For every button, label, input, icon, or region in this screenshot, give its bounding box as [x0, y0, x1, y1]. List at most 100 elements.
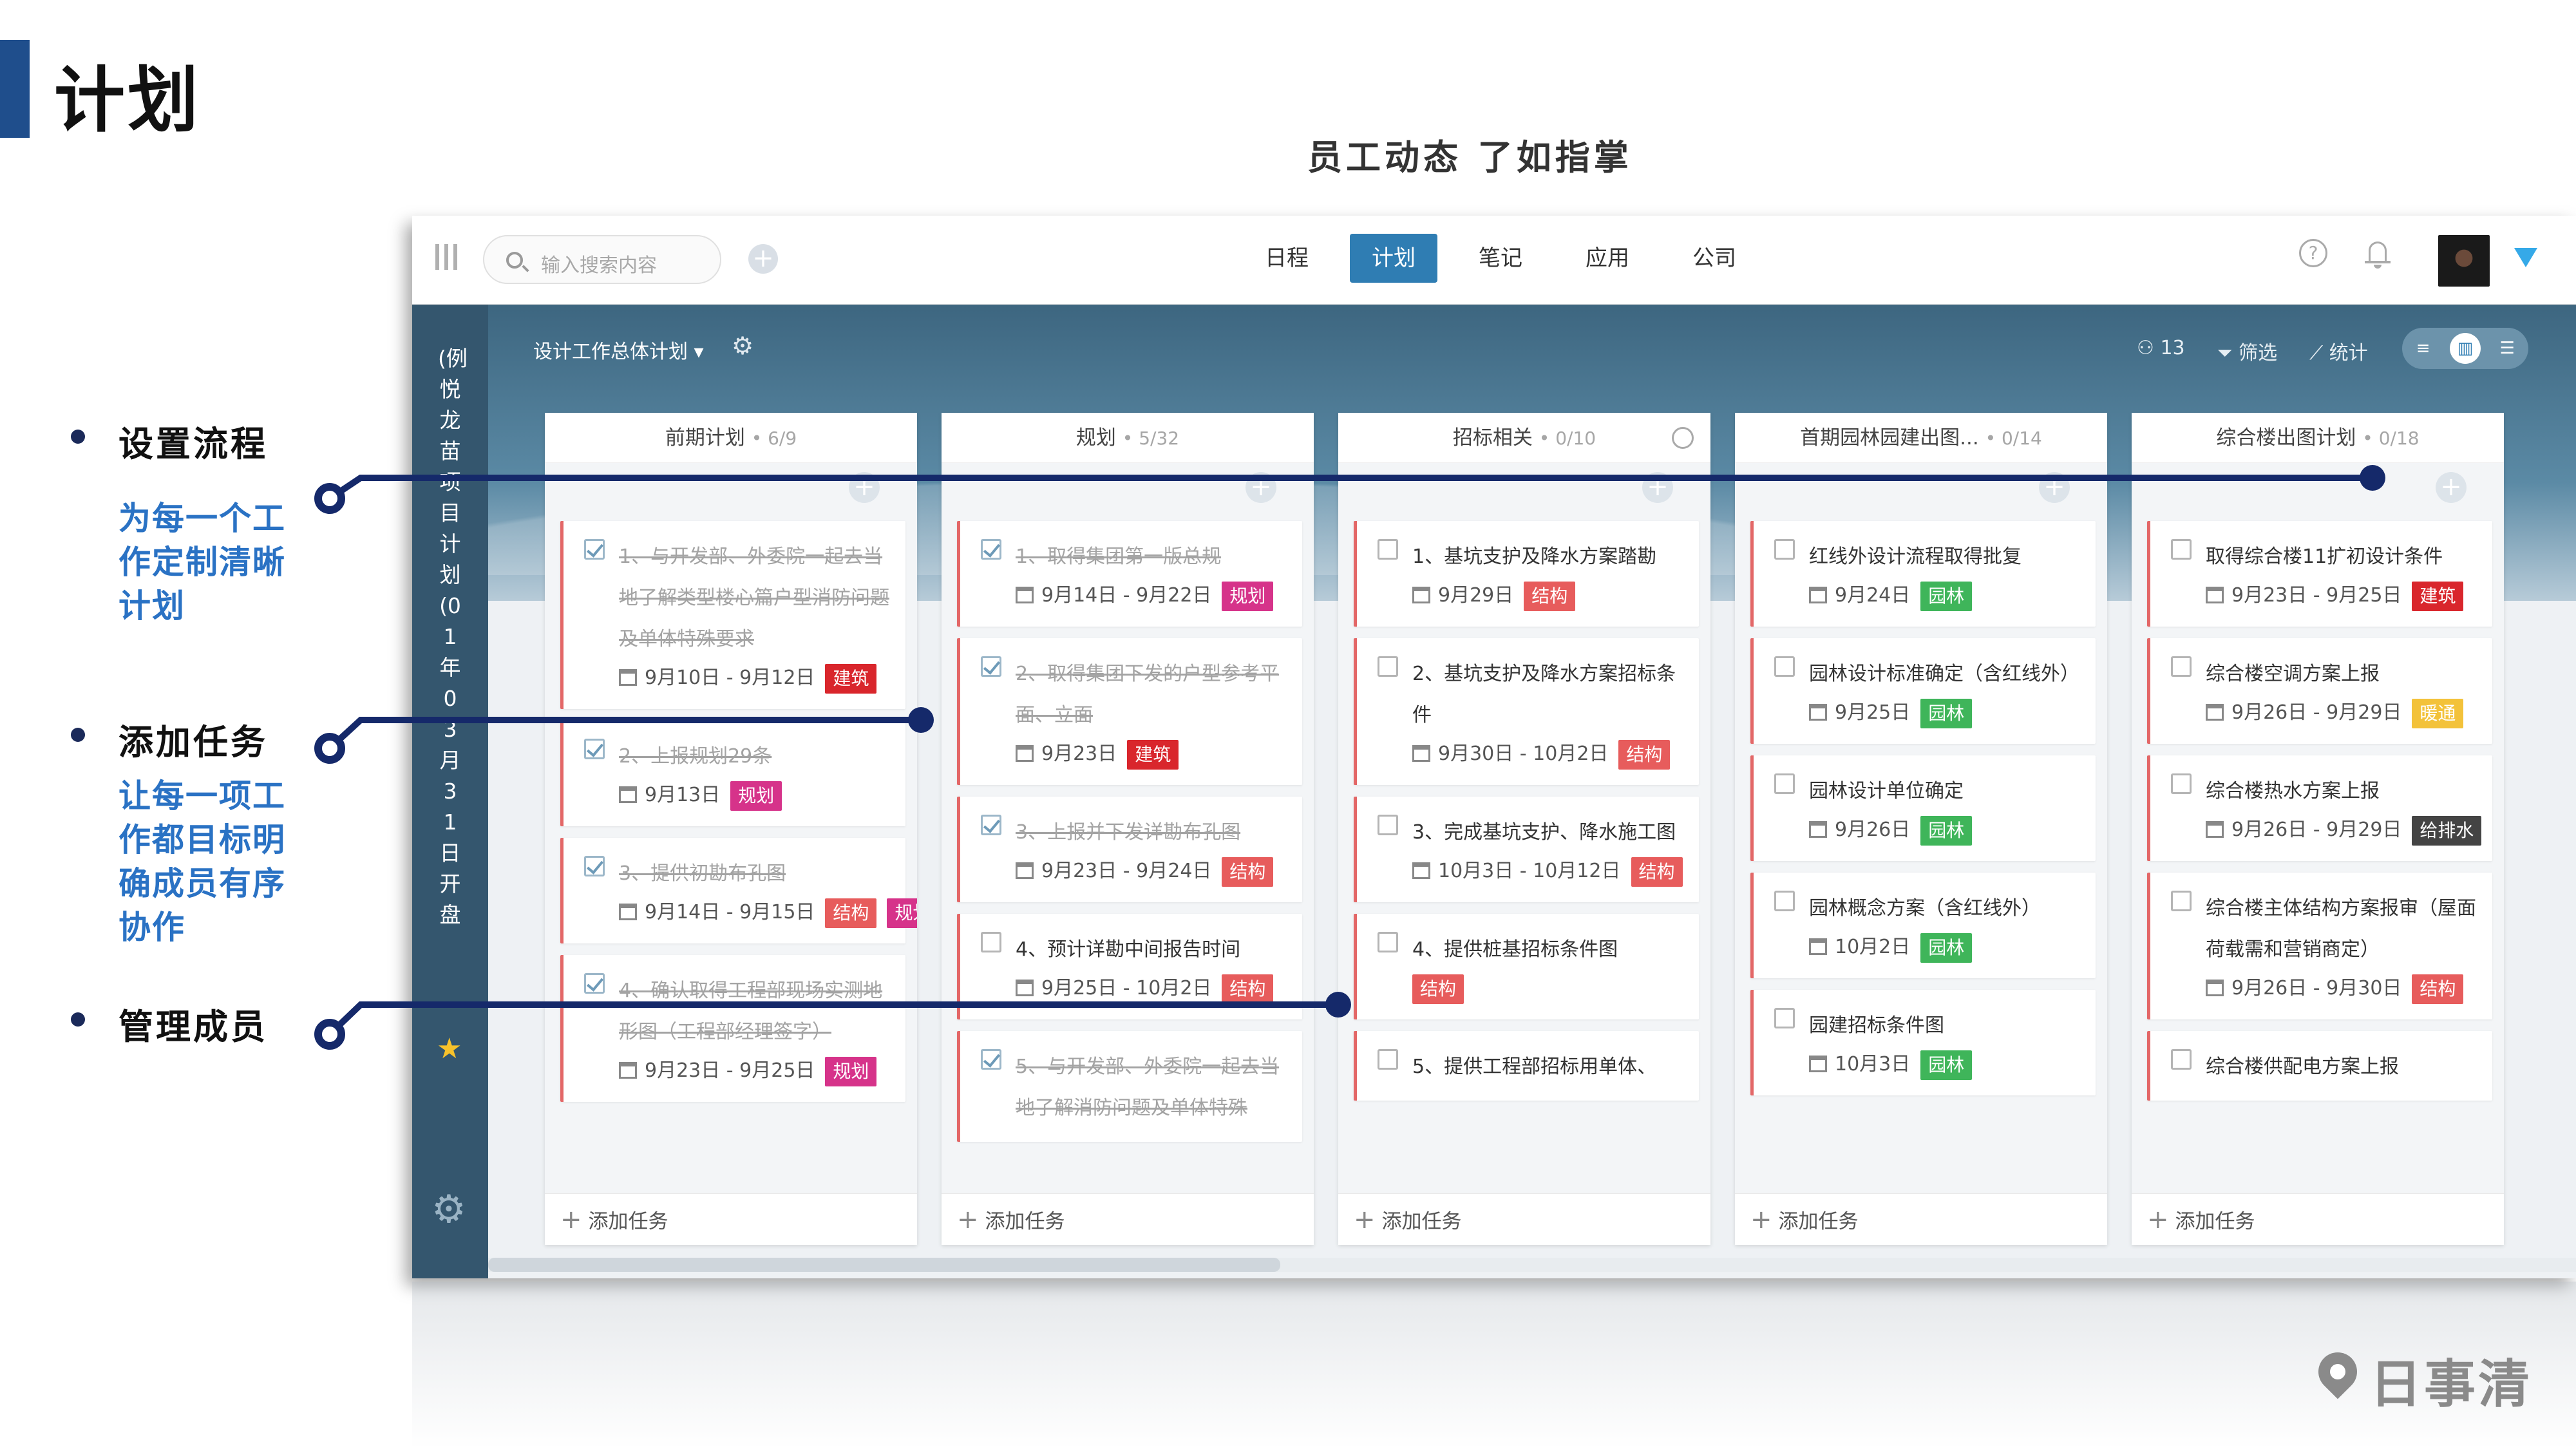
task-tag[interactable]: 规划 — [1222, 581, 1274, 611]
task-card[interactable]: 4、预计详勘中间报告时间 9月25日 - 10月2日 结构 — [957, 914, 1302, 1019]
task-card[interactable]: 红线外设计流程取得批复 9月24日 园林 — [1750, 521, 2096, 627]
task-checkbox[interactable] — [1774, 773, 1795, 794]
task-checkbox[interactable] — [1378, 656, 1398, 677]
search-input[interactable]: 输入搜索内容 — [483, 235, 721, 284]
members-button[interactable]: ⚇ 13 — [2137, 337, 2185, 365]
task-card[interactable]: 1、与开发部、外委院一起去当地了解类型楼心篇户型消防问题及单体特殊要求 9月10日… — [560, 521, 905, 709]
task-tag[interactable]: 建筑 — [1127, 739, 1179, 770]
stats-button[interactable]: ⟋ 统计 — [2309, 337, 2368, 365]
nav-plan[interactable]: 计划 — [1350, 234, 1437, 283]
add-task-button[interactable]: + 添加任务 — [942, 1193, 1314, 1245]
task-card[interactable]: 3、完成基坑支护、降水施工图 10月3日 - 10月12日 结构 — [1354, 797, 1699, 902]
list-view-icon[interactable]: ☰ — [2492, 333, 2523, 364]
task-card[interactable]: 3、提供初勘布孔图 9月14日 - 9月15日结构规划 — [560, 838, 917, 943]
add-card-icon[interactable]: + — [849, 472, 880, 503]
task-card[interactable]: 综合楼主体结构方案报审（屋面荷载需和营销商定） 9月26日 - 9月30日 结构 — [2147, 873, 2492, 1019]
add-card-icon[interactable]: + — [1642, 472, 1673, 503]
task-tag[interactable]: 建筑 — [825, 663, 877, 694]
task-tag[interactable]: 结构 — [1412, 974, 1464, 1004]
task-tag[interactable]: 结构 — [1618, 739, 1671, 770]
task-checkbox[interactable] — [584, 539, 605, 560]
task-tag[interactable]: 暖通 — [2412, 698, 2464, 728]
task-card[interactable]: 5、与开发部、外委院一起去当地了解消防问题及单体特殊 — [957, 1031, 1302, 1142]
help-icon[interactable]: ? — [2299, 239, 2327, 267]
task-card[interactable]: 园建招标条件图 10月3日 园林 — [1750, 990, 2096, 1095]
add-task-button[interactable]: + 添加任务 — [545, 1193, 917, 1245]
task-checkbox[interactable] — [2171, 1049, 2192, 1070]
nav-company[interactable]: 公司 — [1671, 234, 1758, 283]
task-tag[interactable]: 给排水 — [2412, 815, 2482, 846]
gear-icon[interactable]: ⚙ — [431, 1187, 466, 1232]
task-card[interactable]: 2、基坑支护及降水方案招标条件 9月30日 - 10月2日 结构 — [1354, 638, 1699, 785]
task-checkbox[interactable] — [2171, 773, 2192, 794]
column-header[interactable]: 前期计划 • 6/9 — [545, 413, 917, 463]
task-tag[interactable]: 结构 — [1222, 974, 1274, 1004]
task-tag[interactable]: 结构 — [825, 898, 877, 928]
add-card-icon[interactable]: + — [1245, 472, 1276, 503]
sidebar-project-name[interactable]: (例悦龙苗项目计划(01年03月31日开盘 — [412, 343, 488, 931]
task-card[interactable]: 5、提供工程部招标用单体、 — [1354, 1031, 1699, 1101]
menu-icon[interactable] — [435, 244, 461, 270]
task-card[interactable]: 综合楼热水方案上报 9月26日 - 9月29日 给排水 — [2147, 755, 2492, 861]
plan-settings-gear-icon[interactable]: ⚙ — [732, 332, 753, 360]
task-card[interactable]: 园林概念方案（含红线外） 10月2日 园林 — [1750, 873, 2096, 978]
task-checkbox[interactable] — [981, 656, 1001, 677]
task-tag[interactable]: 规划 — [730, 781, 782, 811]
task-tag[interactable]: 园林 — [1920, 581, 1973, 611]
task-card[interactable]: 2、取得集团下发的户型参考平面、立面 9月23日 建筑 — [957, 638, 1302, 785]
task-checkbox[interactable] — [584, 856, 605, 876]
task-checkbox[interactable] — [981, 815, 1001, 835]
task-checkbox[interactable] — [1378, 932, 1398, 952]
task-tag[interactable]: 园林 — [1920, 1050, 1973, 1080]
add-card-icon[interactable]: + — [2436, 472, 2467, 503]
task-card[interactable]: 4、提供桩基招标条件图 结构 — [1354, 914, 1699, 1019]
task-tag[interactable]: 园林 — [1920, 933, 1973, 963]
task-card[interactable]: 3、上报并下发详勘布孔图 9月23日 - 9月24日 结构 — [957, 797, 1302, 902]
task-tag[interactable]: 结构 — [2412, 974, 2464, 1004]
diamond-icon[interactable] — [2514, 248, 2537, 267]
nav-notes[interactable]: 笔记 — [1457, 234, 1544, 283]
task-checkbox[interactable] — [981, 539, 1001, 560]
horizontal-scrollbar[interactable] — [488, 1258, 2576, 1272]
nav-schedule[interactable]: 日程 — [1243, 234, 1331, 283]
task-tag[interactable]: 规划 — [887, 898, 917, 928]
task-card[interactable]: 综合楼供配电方案上报 — [2147, 1031, 2492, 1101]
task-tag[interactable]: 结构 — [1222, 857, 1274, 887]
task-card[interactable]: 园林设计单位确定 9月26日 园林 — [1750, 755, 2096, 861]
board-view-icon[interactable]: ▥ — [2449, 333, 2481, 364]
task-checkbox[interactable] — [2171, 539, 2192, 560]
task-checkbox[interactable] — [1378, 1049, 1398, 1070]
add-card-icon[interactable]: + — [2039, 472, 2070, 503]
column-header[interactable]: 规划 • 5/32 — [942, 413, 1314, 463]
nav-apps[interactable]: 应用 — [1564, 234, 1651, 283]
star-icon[interactable]: ★ — [437, 1032, 462, 1065]
task-checkbox[interactable] — [1774, 891, 1795, 911]
task-tag[interactable]: 建筑 — [2412, 581, 2464, 611]
task-checkbox[interactable] — [1774, 656, 1795, 677]
task-tag[interactable]: 园林 — [1920, 815, 1973, 846]
task-checkbox[interactable] — [2171, 656, 2192, 677]
task-checkbox[interactable] — [1774, 1008, 1795, 1028]
filter-button[interactable]: ⏷ 筛选 — [2217, 337, 2278, 365]
task-card[interactable]: 1、基坑支护及降水方案踏勘 9月29日 结构 — [1354, 521, 1699, 627]
task-checkbox[interactable] — [1378, 539, 1398, 560]
task-checkbox[interactable] — [981, 1049, 1001, 1070]
task-card[interactable]: 2、上报规划29条 9月13日 规划 — [560, 721, 905, 826]
column-complete-icon[interactable] — [1672, 427, 1694, 449]
task-checkbox[interactable] — [1378, 815, 1398, 835]
task-checkbox[interactable] — [1774, 539, 1795, 560]
task-tag[interactable]: 规划 — [825, 1056, 877, 1086]
column-header[interactable]: 招标相关 • 0/10 — [1338, 413, 1710, 463]
gantt-view-icon[interactable]: ≡ — [2408, 333, 2439, 364]
task-card[interactable]: 1、取得集团第一版总规 9月14日 - 9月22日 规划 — [957, 521, 1302, 627]
task-checkbox[interactable] — [2171, 891, 2192, 911]
task-card[interactable]: 4、确认取得工程部现场实测地形图（工程部经理签字） 9月23日 - 9月25日 规划 — [560, 955, 905, 1102]
add-task-button[interactable]: + 添加任务 — [1735, 1193, 2107, 1245]
add-icon[interactable]: + — [748, 244, 778, 274]
avatar[interactable] — [2438, 235, 2490, 287]
task-card[interactable]: 综合楼空调方案上报 9月26日 - 9月29日 暖通 — [2147, 638, 2492, 744]
task-card[interactable]: 园林设计标准确定（含红线外） 9月25日 园林 — [1750, 638, 2096, 744]
plan-selector[interactable]: 设计工作总体计划 ▾ — [533, 336, 704, 364]
task-tag[interactable]: 结构 — [1524, 581, 1576, 611]
add-task-button[interactable]: + 添加任务 — [1338, 1193, 1710, 1245]
